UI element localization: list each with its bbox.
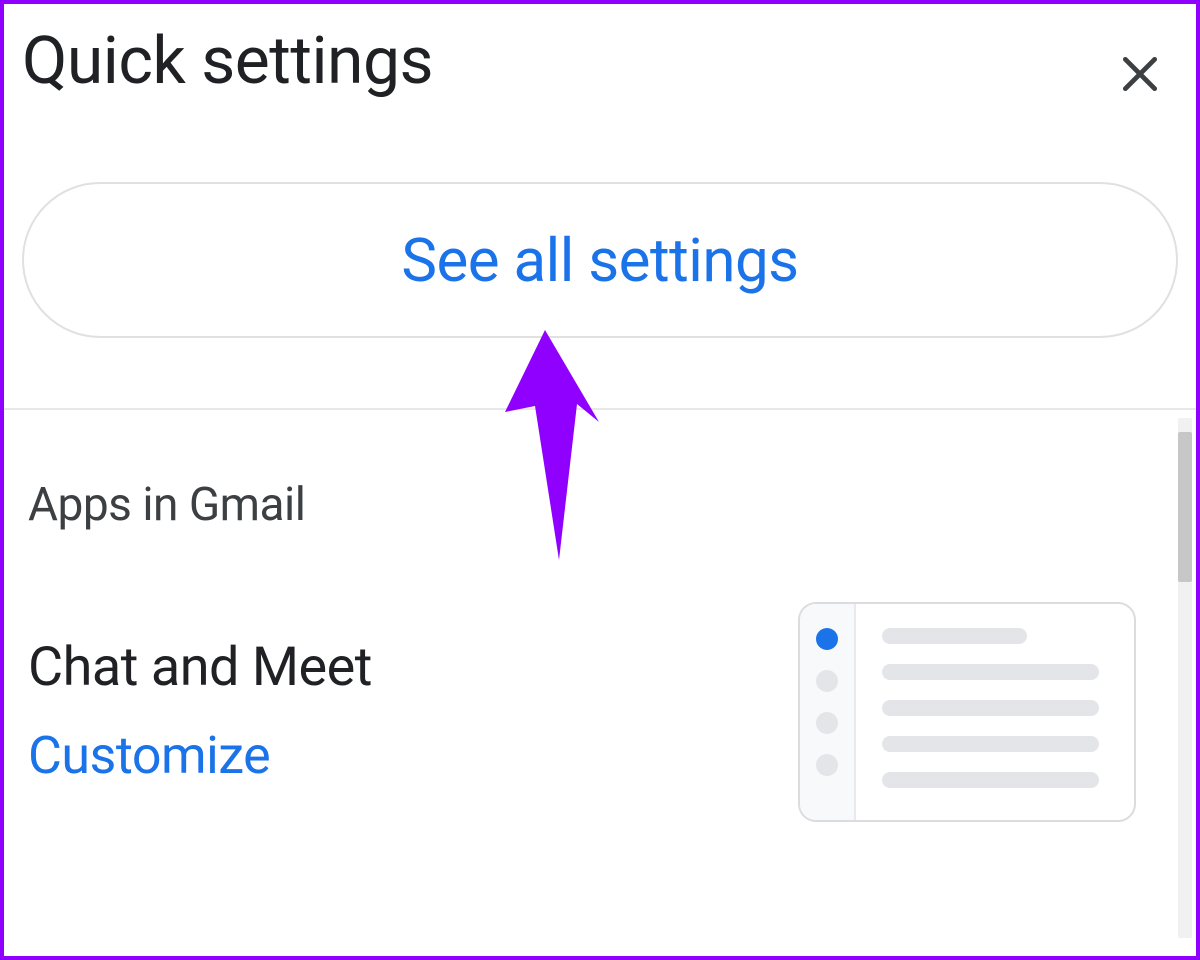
rail-dot-inactive-icon bbox=[816, 712, 838, 734]
close-icon bbox=[1118, 52, 1162, 96]
see-all-settings-button[interactable]: See all settings bbox=[22, 182, 1178, 338]
apps-in-gmail-heading: Apps in Gmail bbox=[4, 418, 1196, 532]
panel-title: Quick settings bbox=[22, 24, 433, 100]
rail-dot-inactive-icon bbox=[816, 754, 838, 776]
see-all-settings-label: See all settings bbox=[401, 225, 798, 296]
rail-dot-active-icon bbox=[816, 628, 838, 650]
layout-preview-body bbox=[856, 604, 1134, 820]
preview-line-icon bbox=[882, 772, 1099, 788]
chat-and-meet-thumbnail bbox=[798, 602, 1136, 822]
preview-line-icon bbox=[882, 664, 1099, 680]
panel-header: Quick settings bbox=[4, 4, 1196, 102]
customize-link[interactable]: Customize bbox=[28, 725, 372, 786]
preview-line-icon bbox=[882, 736, 1099, 752]
section-divider bbox=[4, 408, 1196, 410]
quick-settings-panel: Quick settings See all settings Apps in … bbox=[0, 0, 1200, 960]
settings-scroll-region: Apps in Gmail Chat and Meet Customize bbox=[4, 418, 1196, 822]
close-button[interactable] bbox=[1112, 46, 1168, 102]
preview-line-icon bbox=[882, 628, 1027, 644]
chat-and-meet-row[interactable]: Chat and Meet Customize bbox=[4, 532, 1196, 822]
rail-dot-inactive-icon bbox=[816, 670, 838, 692]
chat-and-meet-title: Chat and Meet bbox=[28, 638, 372, 697]
chat-and-meet-text: Chat and Meet Customize bbox=[28, 638, 372, 786]
see-all-settings-wrap: See all settings bbox=[4, 102, 1196, 338]
layout-preview-icon bbox=[798, 602, 1136, 822]
preview-line-icon bbox=[882, 700, 1099, 716]
scrollbar-thumb[interactable] bbox=[1178, 432, 1192, 582]
layout-preview-rail bbox=[800, 604, 856, 820]
